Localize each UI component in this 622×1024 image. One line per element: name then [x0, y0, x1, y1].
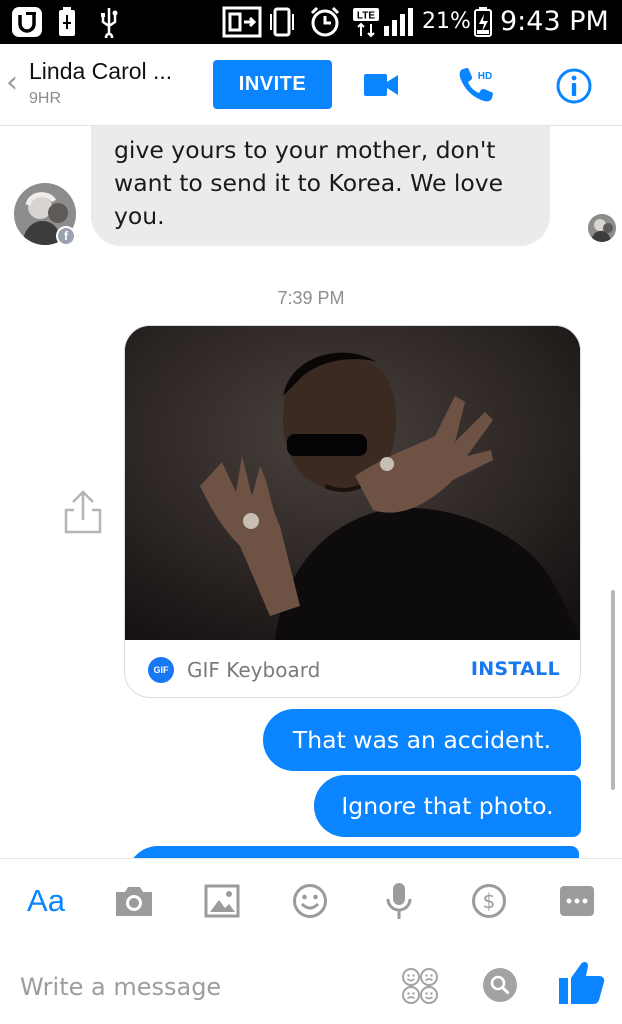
incoming-message-line: give yours to your mother, don't — [114, 136, 496, 164]
gallery-icon[interactable] — [202, 879, 242, 923]
incoming-message[interactable]: give yours to your mother, don't want to… — [91, 126, 550, 246]
gif-attachment[interactable]: GIF GIF Keyboard INSTALL — [124, 325, 581, 698]
messenger-badge-icon: f — [56, 226, 76, 246]
alarm-icon — [308, 6, 342, 38]
gif-source-label[interactable]: GIF Keyboard — [187, 658, 320, 682]
svg-text:$: $ — [483, 889, 496, 913]
read-receipt-avatar — [588, 214, 616, 242]
incoming-message-line: want to send it to Korea. We love — [114, 169, 504, 197]
contact-name[interactable]: Linda Carol ... — [29, 58, 172, 85]
usb-icon — [98, 6, 120, 38]
battery-percent: 21% — [422, 9, 471, 34]
invite-button[interactable]: INVITE — [213, 60, 332, 109]
gif-footer: GIF GIF Keyboard INSTALL — [125, 640, 580, 697]
gif-image[interactable] — [125, 326, 580, 640]
u-plus-icon — [10, 6, 44, 38]
back-icon[interactable]: ‹ — [6, 68, 26, 98]
search-gif-icon[interactable] — [480, 965, 520, 1005]
camera-icon[interactable] — [112, 879, 156, 923]
scrollbar[interactable] — [611, 590, 615, 790]
message-input[interactable] — [20, 967, 380, 1007]
hd-call-icon[interactable]: HD — [456, 64, 498, 106]
outgoing-message[interactable]: That was an accident. — [263, 709, 581, 771]
gif-keyboard-logo-icon: GIF — [148, 657, 174, 683]
status-bar: LTE 21% 9:43 PM — [0, 0, 622, 44]
share-icon[interactable] — [64, 490, 102, 534]
emoji-icon[interactable] — [290, 879, 330, 923]
contact-active-status: 9HR — [29, 90, 62, 107]
svg-text:LTE: LTE — [357, 11, 375, 22]
incoming-message-line: you. — [114, 202, 165, 230]
video-call-icon[interactable] — [362, 68, 400, 102]
lte-icon: LTE — [352, 6, 380, 38]
composer: Aa $ — [0, 858, 622, 1024]
microphone-icon[interactable] — [382, 879, 416, 923]
screen-mirror-icon — [222, 6, 262, 38]
install-link[interactable]: INSTALL — [471, 658, 560, 680]
battery-saver-icon — [56, 6, 78, 38]
stickers-icon[interactable] — [398, 963, 442, 1009]
info-icon[interactable] — [554, 66, 594, 106]
status-time: 9:43 PM — [500, 6, 609, 37]
message-thread[interactable]: give yours to your mother, don't want to… — [0, 126, 622, 858]
more-icon[interactable] — [557, 879, 597, 923]
signal-icon — [382, 6, 418, 38]
outgoing-message[interactable] — [127, 846, 579, 858]
outgoing-message[interactable]: Ignore that photo. — [314, 775, 581, 837]
svg-text:HD: HD — [478, 71, 492, 82]
conversation-header: ‹ Linda Carol ... 9HR INVITE HD — [0, 44, 622, 126]
message-timestamp: 7:39 PM — [277, 288, 345, 308]
vibrate-icon — [268, 6, 298, 38]
payment-icon[interactable]: $ — [469, 879, 509, 923]
like-icon[interactable] — [556, 957, 606, 1007]
text-format-button[interactable]: Aa — [22, 879, 70, 923]
charging-battery-icon — [472, 6, 494, 38]
